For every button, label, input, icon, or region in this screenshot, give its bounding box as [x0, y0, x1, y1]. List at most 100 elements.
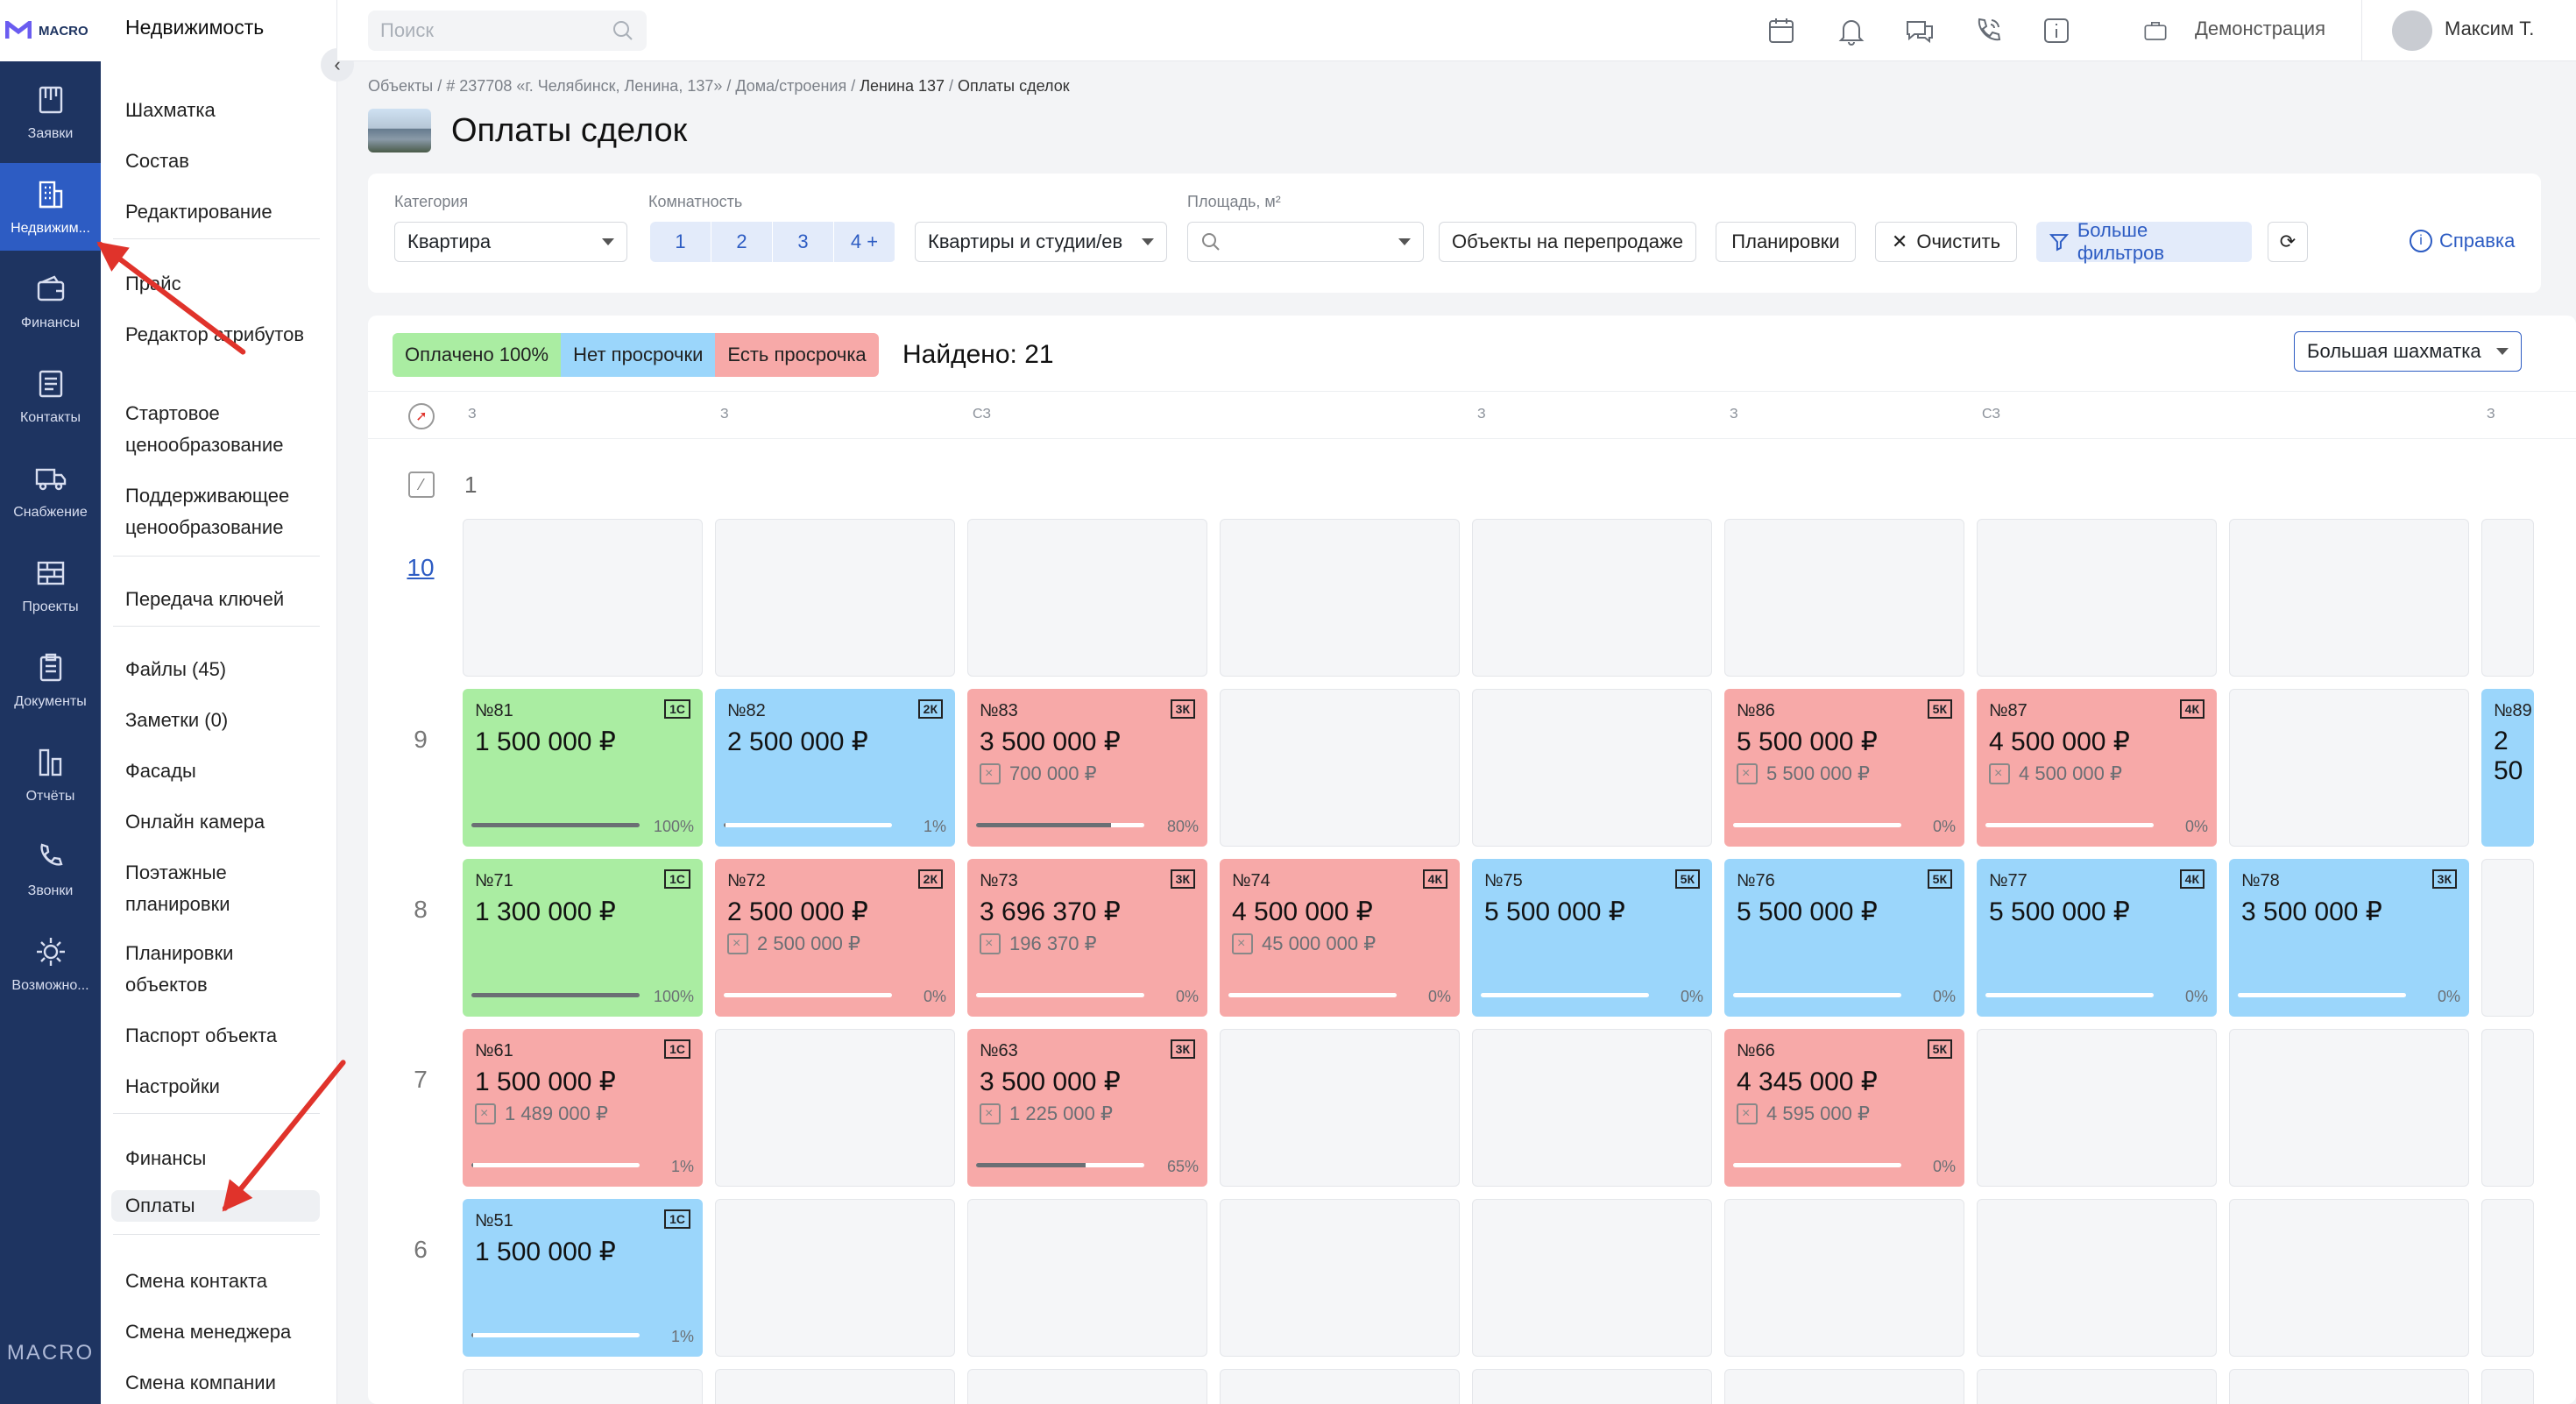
apartment-card[interactable]: №76 5К 5 500 000 ₽ 0% [1724, 859, 1964, 1017]
rail-item-gear[interactable]: Возможно... [0, 920, 101, 1008]
apartment-card[interactable]: №86 5К 5 500 000 ₽ 5 500 000 ₽ 0% [1724, 689, 1964, 847]
menu-item[interactable]: Состав [125, 145, 320, 177]
empty-apartment-cell[interactable] [967, 1369, 1207, 1404]
menu-item[interactable]: Передача ключей [125, 584, 320, 615]
chat-icon[interactable] [1904, 15, 1936, 46]
empty-apartment-cell[interactable] [1472, 1199, 1712, 1357]
compass-icon[interactable]: ➚ [408, 403, 435, 429]
brand-logo[interactable]: MACRO [0, 0, 101, 61]
rail-item-building[interactable]: Недвижим... [0, 163, 101, 251]
refresh-button[interactable]: ⟳ [2268, 222, 2308, 262]
empty-apartment-cell[interactable] [715, 519, 955, 677]
empty-apartment-cell[interactable] [2229, 1369, 2469, 1404]
rail-item-contacts[interactable]: Контакты [0, 352, 101, 440]
demo-mode-label[interactable]: Демонстрация [2195, 18, 2325, 40]
breadcrumb-item[interactable]: Объекты [368, 77, 433, 95]
empty-apartment-cell[interactable] [2229, 519, 2469, 677]
apartment-card[interactable]: №73 3К 3 696 370 ₽ 196 370 ₽ 0% [967, 859, 1207, 1017]
menu-item[interactable]: Заметки (0) [125, 705, 320, 736]
legend-item[interactable]: Есть просрочка [715, 333, 879, 377]
resale-button[interactable]: Объекты на перепродаже [1439, 222, 1696, 262]
breadcrumb-item[interactable]: Ленина 137 [860, 77, 945, 95]
empty-apartment-cell[interactable] [1724, 1199, 1964, 1357]
bell-icon[interactable] [1836, 15, 1867, 46]
menu-item[interactable]: Фасады [125, 755, 320, 787]
breadcrumb-item[interactable]: # 237708 «г. Челябинск, Ленина, 137» [446, 77, 722, 95]
empty-apartment-cell[interactable] [2229, 1199, 2469, 1357]
menu-item[interactable]: Настройки [125, 1071, 320, 1103]
empty-apartment-cell[interactable] [1472, 1029, 1712, 1187]
apartment-card[interactable]: №89 2 50 [2481, 689, 2534, 847]
empty-apartment-cell[interactable] [2481, 859, 2534, 1017]
legend-item[interactable]: Оплачено 100% [393, 333, 562, 377]
empty-apartment-cell[interactable] [715, 1029, 955, 1187]
empty-apartment-cell[interactable] [1220, 1029, 1460, 1187]
menu-item[interactable]: Онлайн камера [125, 806, 320, 838]
rail-item-phone[interactable]: Звонки [0, 826, 101, 913]
apartment-card[interactable]: №87 4К 4 500 000 ₽ 4 500 000 ₽ 0% [1977, 689, 2217, 847]
empty-apartment-cell[interactable] [2481, 1199, 2534, 1357]
empty-apartment-cell[interactable] [1472, 519, 1712, 677]
menu-item[interactable]: Финансы [125, 1143, 320, 1174]
rail-item-truck[interactable]: Снабжение [0, 447, 101, 535]
empty-apartment-cell[interactable] [2229, 689, 2469, 847]
rooms-2-button[interactable]: 2 [711, 222, 773, 262]
empty-apartment-cell[interactable] [463, 519, 703, 677]
legend-item[interactable]: Нет просрочки [561, 333, 716, 377]
empty-apartment-cell[interactable] [715, 1369, 955, 1404]
empty-apartment-cell[interactable] [715, 1199, 955, 1357]
breadcrumb-item[interactable]: Дома/строения [735, 77, 846, 95]
empty-apartment-cell[interactable] [2481, 519, 2534, 677]
rail-item-applications[interactable]: Заявки [0, 68, 101, 156]
empty-apartment-cell[interactable] [1220, 1199, 1460, 1357]
clear-button[interactable]: ✕ Очистить [1875, 222, 2017, 262]
rail-item-reports[interactable]: Отчёты [0, 731, 101, 819]
empty-apartment-cell[interactable] [463, 1369, 703, 1404]
rail-item-documents[interactable]: Документы [0, 636, 101, 724]
apartment-card[interactable]: №61 1С 1 500 000 ₽ 1 489 000 ₽ 1% [463, 1029, 703, 1187]
rooms-4plus-button[interactable]: 4 + [834, 222, 895, 262]
menu-item[interactable]: Смена контакта [125, 1266, 320, 1297]
search-input[interactable]: Поиск [368, 11, 647, 51]
rooms-1-button[interactable]: 1 [650, 222, 711, 262]
floor-number[interactable]: 10 [394, 554, 447, 582]
empty-apartment-cell[interactable] [1220, 689, 1460, 847]
menu-item[interactable]: Редактирование [125, 196, 320, 228]
menu-item[interactable]: Планировки объектов [125, 938, 320, 1001]
empty-apartment-cell[interactable] [1977, 1369, 2217, 1404]
view-select[interactable]: Большая шахматка [2294, 331, 2522, 372]
phone-call-icon[interactable] [1972, 15, 2004, 46]
apartment-card[interactable]: №51 1С 1 500 000 ₽ 1% [463, 1199, 703, 1357]
apartment-card[interactable]: №81 1С 1 500 000 ₽ 100% [463, 689, 703, 847]
rail-item-projects[interactable]: Проекты [0, 542, 101, 629]
empty-apartment-cell[interactable] [1472, 689, 1712, 847]
area-select[interactable] [1187, 222, 1424, 262]
empty-apartment-cell[interactable] [967, 1199, 1207, 1357]
menu-item[interactable]: Смена менеджера [125, 1316, 320, 1348]
rooms-3-button[interactable]: 3 [773, 222, 834, 262]
empty-apartment-cell[interactable] [967, 519, 1207, 677]
menu-item[interactable]: Поддерживающее ценообразование [125, 480, 320, 543]
empty-apartment-cell[interactable] [1724, 1369, 1964, 1404]
menu-item[interactable]: Файлы (45) [125, 654, 320, 685]
apartment-card[interactable]: №75 5К 5 500 000 ₽ 0% [1472, 859, 1712, 1017]
apartment-card[interactable]: №82 2К 2 500 000 ₽ 1% [715, 689, 955, 847]
more-filters-button[interactable]: Больше фильтров [2036, 219, 2252, 264]
apartment-card[interactable]: №77 4К 5 500 000 ₽ 0% [1977, 859, 2217, 1017]
rail-item-wallet[interactable]: Финансы [0, 258, 101, 345]
menu-item[interactable]: Поэтажные планировки [125, 857, 320, 920]
empty-apartment-cell[interactable] [1977, 1029, 2217, 1187]
menu-item[interactable]: Шахматка [125, 95, 320, 126]
menu-item[interactable]: Стартовое ценообразование [125, 398, 320, 461]
empty-apartment-cell[interactable] [1724, 519, 1964, 677]
apartment-card[interactable]: №83 3К 3 500 000 ₽ 700 000 ₽ 80% [967, 689, 1207, 847]
apartment-card[interactable]: №74 4К 4 500 000 ₽ 45 000 000 ₽ 0% [1220, 859, 1460, 1017]
apartment-card[interactable]: №72 2К 2 500 000 ₽ 2 500 000 ₽ 0% [715, 859, 955, 1017]
empty-apartment-cell[interactable] [1220, 519, 1460, 677]
layouts-button[interactable]: Планировки [1716, 222, 1856, 262]
empty-apartment-cell[interactable] [1220, 1369, 1460, 1404]
empty-apartment-cell[interactable] [2229, 1029, 2469, 1187]
category-select[interactable]: Квартира [394, 222, 627, 262]
empty-apartment-cell[interactable] [2481, 1369, 2534, 1404]
apartment-card[interactable]: №71 1С 1 300 000 ₽ 100% [463, 859, 703, 1017]
